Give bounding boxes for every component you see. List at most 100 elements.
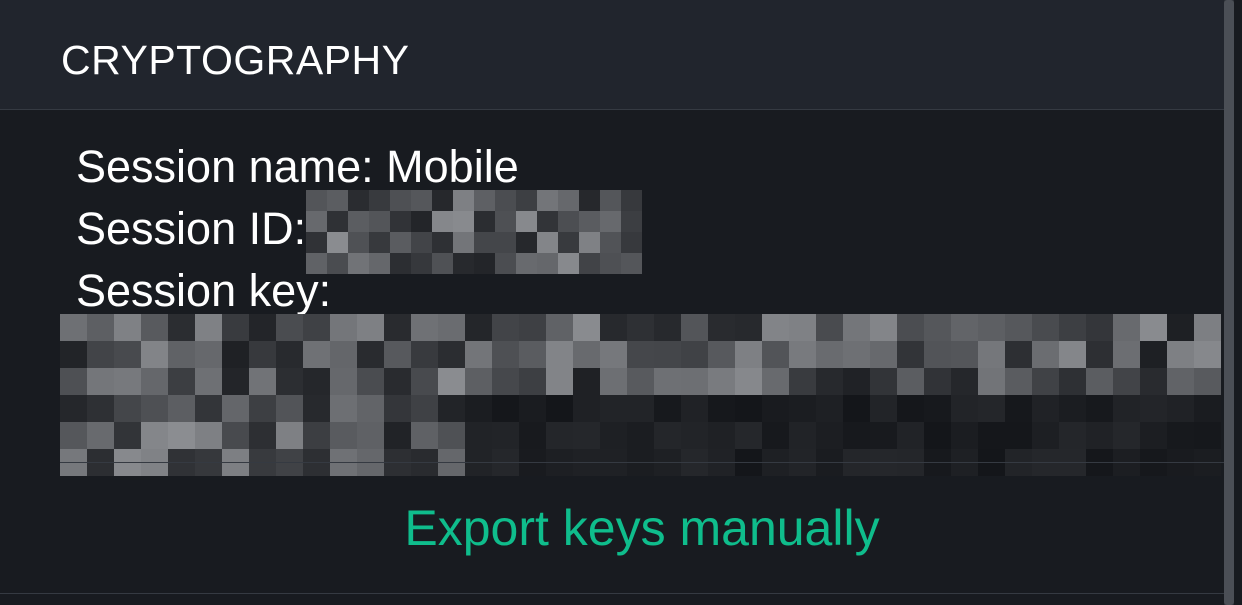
redaction-pixel: [303, 422, 330, 449]
redaction-pixel: [579, 211, 601, 232]
redaction-pixel: [789, 395, 816, 422]
redaction-pixel: [843, 422, 870, 449]
redaction-pixel: [411, 341, 438, 368]
redaction-pixel: [276, 395, 303, 422]
redaction-pixel: [627, 395, 654, 422]
redaction-pixel: [579, 232, 601, 253]
redaction-pixel: [330, 422, 357, 449]
redaction-pixel: [369, 190, 391, 211]
redaction-pixel: [816, 368, 843, 395]
redaction-pixel: [978, 341, 1005, 368]
redaction-pixel: [495, 232, 517, 253]
redaction-pixel: [114, 314, 141, 341]
session-name-label: Session name: Mobile: [76, 141, 519, 192]
redaction-pixel: [681, 422, 708, 449]
redaction-pixel: [453, 190, 475, 211]
redaction-pixel: [870, 341, 897, 368]
redaction-pixel: [369, 211, 391, 232]
redaction-pixel: [1194, 341, 1221, 368]
redaction-pixel: [627, 422, 654, 449]
redaction-pixel: [327, 211, 349, 232]
redaction-pixel: [276, 341, 303, 368]
redaction-pixel: [369, 232, 391, 253]
redaction-pixel: [762, 314, 789, 341]
redaction-pixel: [411, 422, 438, 449]
redaction-pixel: [306, 232, 328, 253]
redaction-pixel: [1086, 368, 1113, 395]
redaction-pixel: [411, 211, 433, 232]
redaction-pixel: [249, 422, 276, 449]
redaction-pixel: [654, 368, 681, 395]
redaction-pixel: [1086, 314, 1113, 341]
redaction-pixel: [141, 341, 168, 368]
redaction-pixel: [1167, 341, 1194, 368]
redaction-pixel: [546, 368, 573, 395]
redaction-pixel: [735, 341, 762, 368]
redaction-pixel: [453, 211, 475, 232]
redaction-pixel: [327, 232, 349, 253]
redaction-pixel: [87, 314, 114, 341]
session-info: Session name: Mobile Session ID: Session…: [76, 136, 1216, 322]
redaction-pixel: [897, 395, 924, 422]
redaction-pixel: [411, 253, 433, 274]
redaction-pixel: [1194, 422, 1221, 449]
redaction-pixel: [816, 395, 843, 422]
redaction-pixel: [600, 422, 627, 449]
redaction-pixel: [390, 211, 412, 232]
redaction-pixel: [519, 314, 546, 341]
redaction-pixel: [627, 341, 654, 368]
export-keys-button[interactable]: Export keys manually: [60, 463, 1224, 593]
redaction-pixel: [681, 341, 708, 368]
redaction-pixel: [87, 341, 114, 368]
redaction-pixel: [195, 422, 222, 449]
scrollbar-thumb[interactable]: [1224, 0, 1234, 605]
redaction-pixel: [762, 395, 789, 422]
redaction-pixel: [1059, 314, 1086, 341]
redaction-pixel: [384, 395, 411, 422]
redaction-pixel: [708, 314, 735, 341]
redaction-pixel: [519, 395, 546, 422]
redaction-pixel: [1086, 341, 1113, 368]
redaction-pixel: [654, 341, 681, 368]
session-key-line: Session key:: [76, 260, 1216, 322]
redaction-pixel: [546, 341, 573, 368]
redaction-pixel: [843, 341, 870, 368]
redaction-pixel: [465, 368, 492, 395]
redaction-pixel: [357, 422, 384, 449]
redaction-pixel: [516, 232, 538, 253]
redaction-pixel: [195, 395, 222, 422]
redaction-pixel: [573, 422, 600, 449]
redaction-pixel: [222, 422, 249, 449]
redaction-pixel: [438, 368, 465, 395]
redaction-pixel: [1086, 422, 1113, 449]
redaction-pixel: [60, 422, 87, 449]
redaction-pixel: [1194, 395, 1221, 422]
redaction-pixel: [546, 314, 573, 341]
redaction-pixel: [558, 211, 580, 232]
redaction-pixel: [114, 422, 141, 449]
redaction-pixel: [735, 395, 762, 422]
redaction-pixel: [924, 314, 951, 341]
redaction-pixel: [114, 368, 141, 395]
redaction-pixel: [600, 211, 622, 232]
redaction-pixel: [438, 314, 465, 341]
redaction-pixel: [621, 232, 643, 253]
redaction-pixel: [681, 314, 708, 341]
redaction-pixel: [519, 368, 546, 395]
redaction-pixel: [1113, 341, 1140, 368]
redaction-pixel: [87, 395, 114, 422]
redaction-pixel: [1167, 368, 1194, 395]
redaction-pixel: [870, 395, 897, 422]
redaction-pixel: [432, 211, 454, 232]
redaction-pixel: [654, 314, 681, 341]
redaction-pixel: [249, 341, 276, 368]
redaction-pixel: [390, 190, 412, 211]
redaction-pixel: [1059, 395, 1086, 422]
redaction-pixel: [816, 314, 843, 341]
redaction-pixel: [303, 314, 330, 341]
redaction-pixel: [495, 190, 517, 211]
redaction-pixel: [432, 232, 454, 253]
redaction-pixel: [438, 422, 465, 449]
redaction-pixel: [168, 341, 195, 368]
redaction-pixel: [735, 314, 762, 341]
